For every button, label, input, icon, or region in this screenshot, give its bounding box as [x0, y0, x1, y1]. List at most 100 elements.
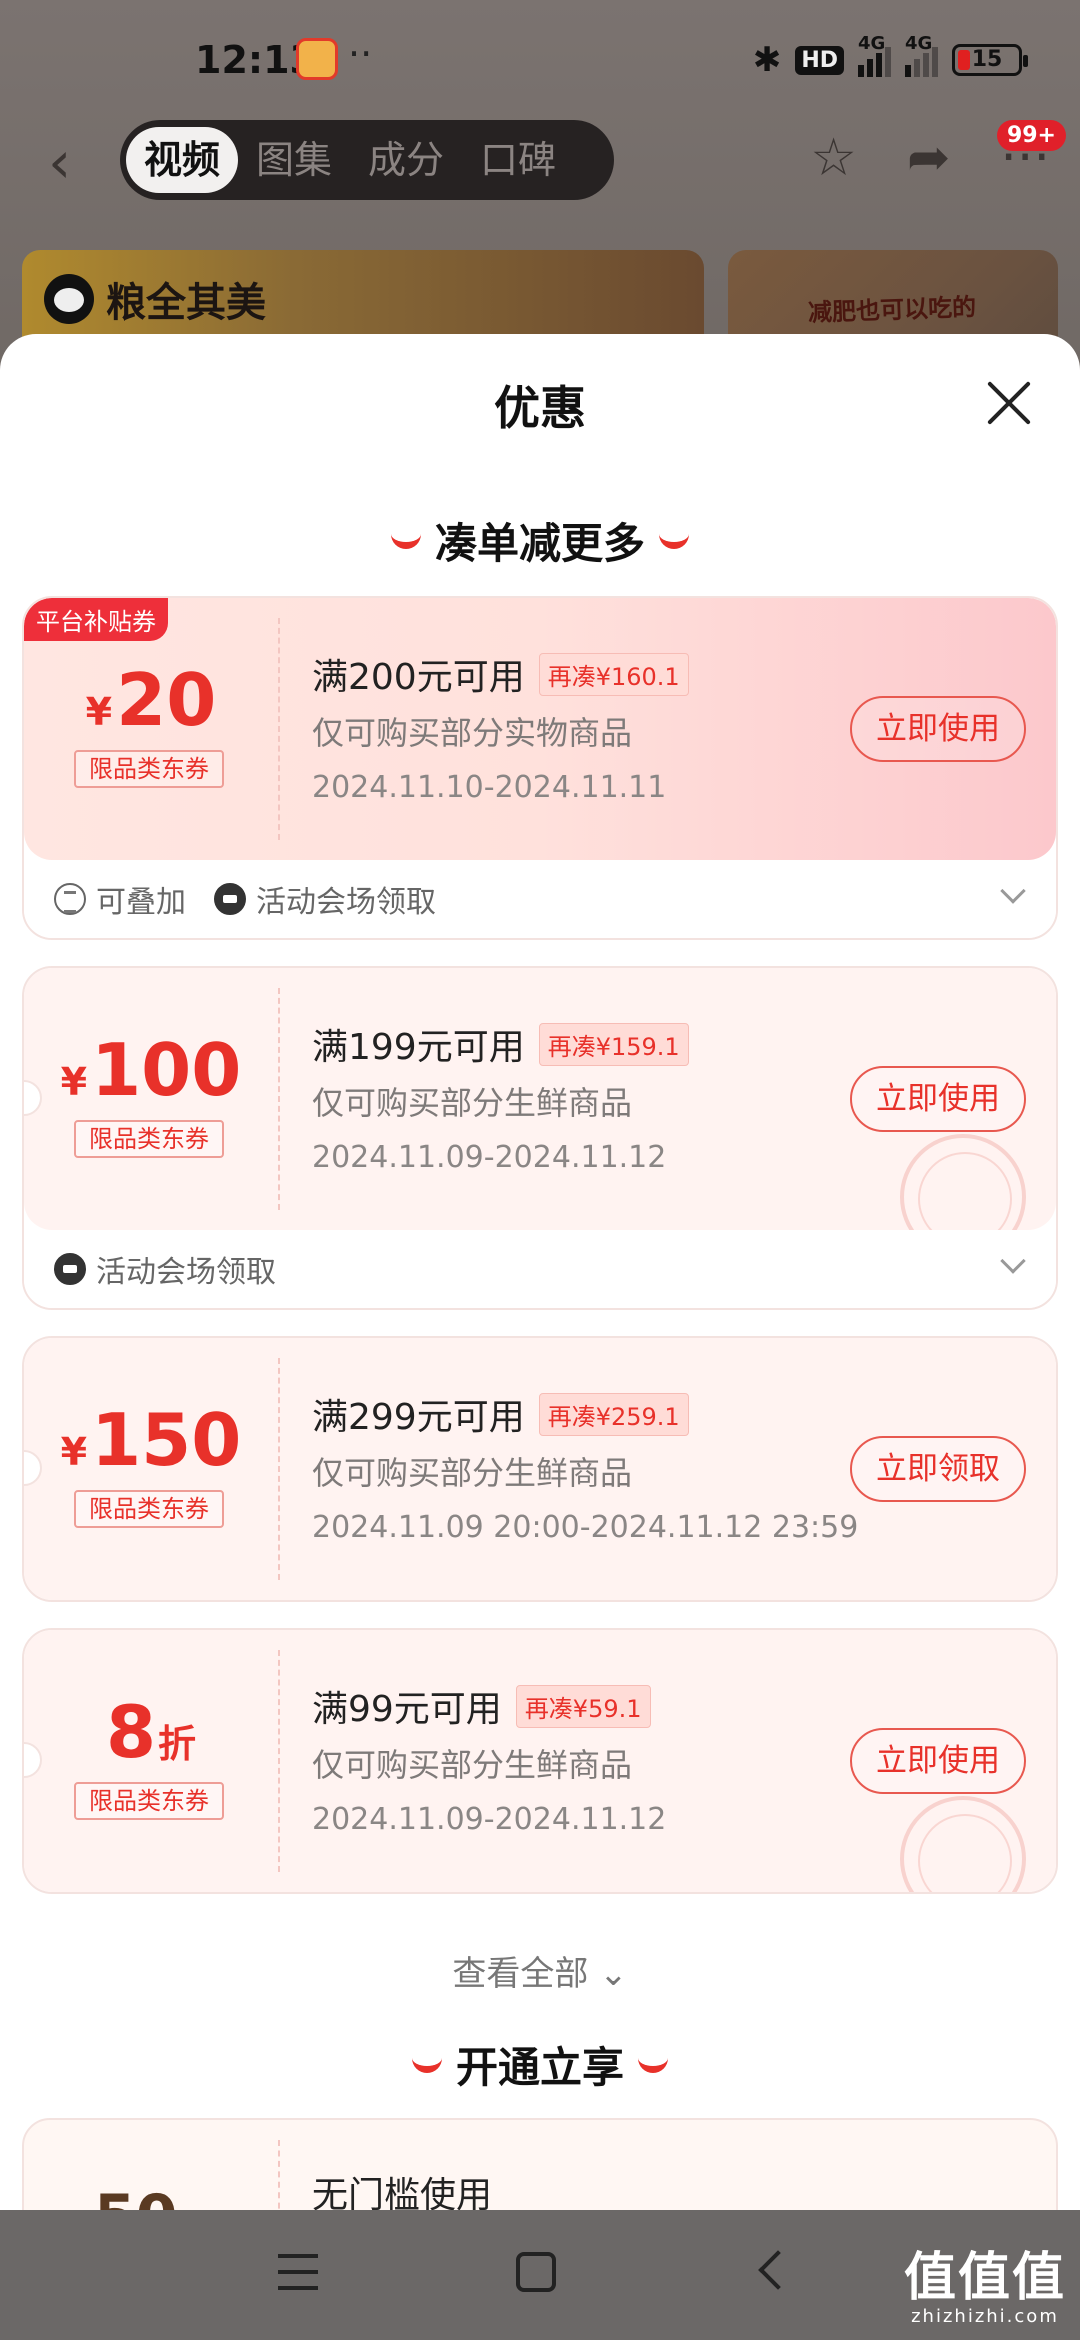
use-now-button[interactable]: 立即使用: [850, 696, 1026, 762]
coupon-condition: 满199元可用 再凑¥159.1: [312, 1018, 689, 1070]
message-badge: 99+: [996, 120, 1066, 151]
coupon-title: 满199元可用: [312, 1027, 525, 1068]
panda-logo-icon: [44, 274, 94, 324]
offers-sheet: 优惠 凑单减更多 平台补贴券 ¥20 限品类东券 满200元可用 再凑¥160.…: [0, 334, 1080, 2214]
media-tabs: 视频 图集 成分 口碑: [120, 120, 614, 200]
battery-level: 15: [971, 47, 1003, 72]
currency-symbol: ¥: [60, 1060, 88, 1104]
coupon-amount: ¥20: [24, 660, 278, 752]
coupon-title: 满299元可用: [312, 1397, 525, 1438]
signal-icon-1: 4G: [858, 33, 891, 77]
coupon-value: 8折 限品类东券: [24, 1630, 278, 1892]
coupon-divider: [278, 1650, 280, 1872]
coupon-type-tag: 限品类东券: [74, 1782, 224, 1820]
discount-value: 8: [105, 1690, 157, 1774]
chevron-down-icon: ⌄: [588, 1954, 628, 1994]
view-all-link[interactable]: 查看全部 ⌄: [0, 1946, 1080, 1995]
currency-symbol: ¥: [60, 1430, 88, 1474]
venue-label: 活动会场领取: [256, 885, 436, 920]
amount-value: 20: [116, 658, 217, 742]
coupon-card: 8折 限品类东券 满99元可用 再凑¥59.1 仅可购买部分生鲜商品 2024.…: [22, 1628, 1058, 1894]
watermark-logo: 值值值: [903, 2248, 1066, 2308]
tab-gallery[interactable]: 图集: [238, 127, 350, 193]
coupon-card: ¥100 限品类东券 满199元可用 再凑¥159.1 仅可购买部分生鲜商品 2…: [22, 966, 1058, 1310]
coupon-value: ¥20 限品类东券: [24, 598, 278, 860]
coupon-date: 2024.11.10-2024.11.11: [312, 770, 667, 805]
ticket-icon: [214, 883, 246, 915]
coupon-divider: [278, 988, 280, 1210]
discount-unit: 折: [158, 1722, 197, 1766]
section-heading-text: 凑单减更多: [434, 519, 645, 568]
sheet-title: 优惠: [494, 381, 586, 435]
claimed-stamp-icon: [900, 1134, 1026, 1230]
coupon-date: 2024.11.09-2024.11.12: [312, 1140, 667, 1175]
coupon-date: 2024.11.09-2024.11.12: [312, 1802, 667, 1837]
use-now-button[interactable]: 立即使用: [850, 1066, 1026, 1132]
coupon-divider: [278, 2140, 280, 2214]
coupon-value: ¥100 限品类东券: [24, 968, 278, 1230]
coupon-body: ¥100 限品类东券 满199元可用 再凑¥159.1 仅可购买部分生鲜商品 2…: [24, 968, 1056, 1230]
back-icon[interactable]: ‹: [48, 128, 71, 196]
stack-icon: [54, 883, 86, 915]
coupon-title: 无门槛使用: [312, 2175, 493, 2214]
coupon-card: ¥150 限品类东券 满299元可用 再凑¥259.1 仅可购买部分生鲜商品 2…: [22, 1336, 1058, 1602]
coupon-body: ¥150 限品类东券 满299元可用 再凑¥259.1 仅可购买部分生鲜商品 2…: [24, 1338, 1056, 1600]
tab-video[interactable]: 视频: [126, 127, 239, 193]
smile-icon: [411, 2057, 442, 2073]
coupon-type-tag: 限品类东券: [74, 1120, 224, 1158]
stackable-info: 可叠加: [54, 877, 186, 921]
coupon-value: ¥150 限品类东券: [24, 1338, 278, 1600]
home-icon[interactable]: [516, 2252, 556, 2292]
coupon-amount: ¥100: [24, 1030, 278, 1122]
currency-symbol: ¥: [85, 690, 113, 734]
network-label-2: 4G: [905, 33, 933, 54]
status-bar: 12:13 ·· ✱ HD 4G 4G 15: [0, 0, 1080, 120]
claimed-stamp-icon: [900, 1796, 1026, 1892]
venue-label: 活动会场领取: [96, 1255, 276, 1290]
menu-icon[interactable]: [278, 2254, 318, 2290]
coupon-condition: 满99元可用 再凑¥59.1: [312, 1680, 651, 1732]
coupon-type-tag: 限品类东券: [74, 1490, 224, 1528]
chevron-down-icon[interactable]: [1000, 878, 1026, 904]
tab-ingredients[interactable]: 成分: [350, 127, 462, 193]
tab-reviews[interactable]: 口碑: [462, 127, 574, 193]
smile-icon: [659, 533, 689, 549]
back-nav-icon[interactable]: [758, 2250, 798, 2290]
coupon-body: 平台补贴券 ¥20 限品类东券 满200元可用 再凑¥160.1 仅可购买部分实…: [24, 598, 1056, 860]
star-icon[interactable]: ☆: [810, 128, 857, 188]
membership-coupon-card[interactable]: 50 无门槛使用: [22, 2118, 1058, 2214]
status-dots: ··: [348, 32, 373, 76]
coupon-title: 满200元可用: [312, 657, 525, 698]
amount-value: 100: [91, 1028, 242, 1112]
signal-icon-2: 4G: [905, 33, 938, 77]
ticket-icon: [54, 1253, 86, 1285]
weibo-app-icon: [296, 38, 338, 80]
view-all-label: 查看全部: [452, 1954, 589, 1994]
coupon-footer[interactable]: 可叠加 活动会场领取: [24, 860, 1056, 938]
bluetooth-icon: ✱: [752, 40, 782, 80]
coupon-desc: 仅可购买部分实物商品: [312, 714, 633, 752]
hd-badge: HD: [795, 45, 844, 75]
banner-title: 粮全其美: [44, 270, 266, 328]
share-icon[interactable]: ➦: [907, 128, 951, 188]
amount-value: 150: [91, 1398, 242, 1482]
watermark: 值值值 zhizhizhi.com: [904, 2250, 1066, 2327]
coupon-amount: ¥150: [24, 1400, 278, 1492]
coupon-footer[interactable]: 活动会场领取: [24, 1230, 1056, 1308]
coupon-condition: 满299元可用 再凑¥259.1: [312, 1388, 689, 1440]
section-heading-membership: 开通立享: [0, 2034, 1080, 2095]
coupon-need-more: 再凑¥160.1: [538, 652, 689, 696]
smile-icon: [390, 533, 421, 549]
claim-now-button[interactable]: 立即领取: [850, 1436, 1026, 1502]
use-now-button[interactable]: 立即使用: [850, 1728, 1026, 1794]
section-heading-text: 开通立享: [455, 2043, 624, 2092]
coupon-date: 2024.11.09 20:00-2024.11.12 23:59: [312, 1510, 859, 1545]
coupon-need-more: 再凑¥159.1: [538, 1022, 689, 1066]
coupon-body: 8折 限品类东券 满99元可用 再凑¥59.1 仅可购买部分生鲜商品 2024.…: [24, 1630, 1056, 1892]
close-icon[interactable]: [984, 378, 1034, 428]
chevron-down-icon[interactable]: [1000, 1248, 1026, 1274]
coupon-need-more: 再凑¥59.1: [515, 1684, 651, 1728]
coupon-title: 满99元可用: [312, 1689, 502, 1730]
coupon-desc: 仅可购买部分生鲜商品: [312, 1746, 633, 1784]
smile-icon: [638, 2057, 668, 2073]
